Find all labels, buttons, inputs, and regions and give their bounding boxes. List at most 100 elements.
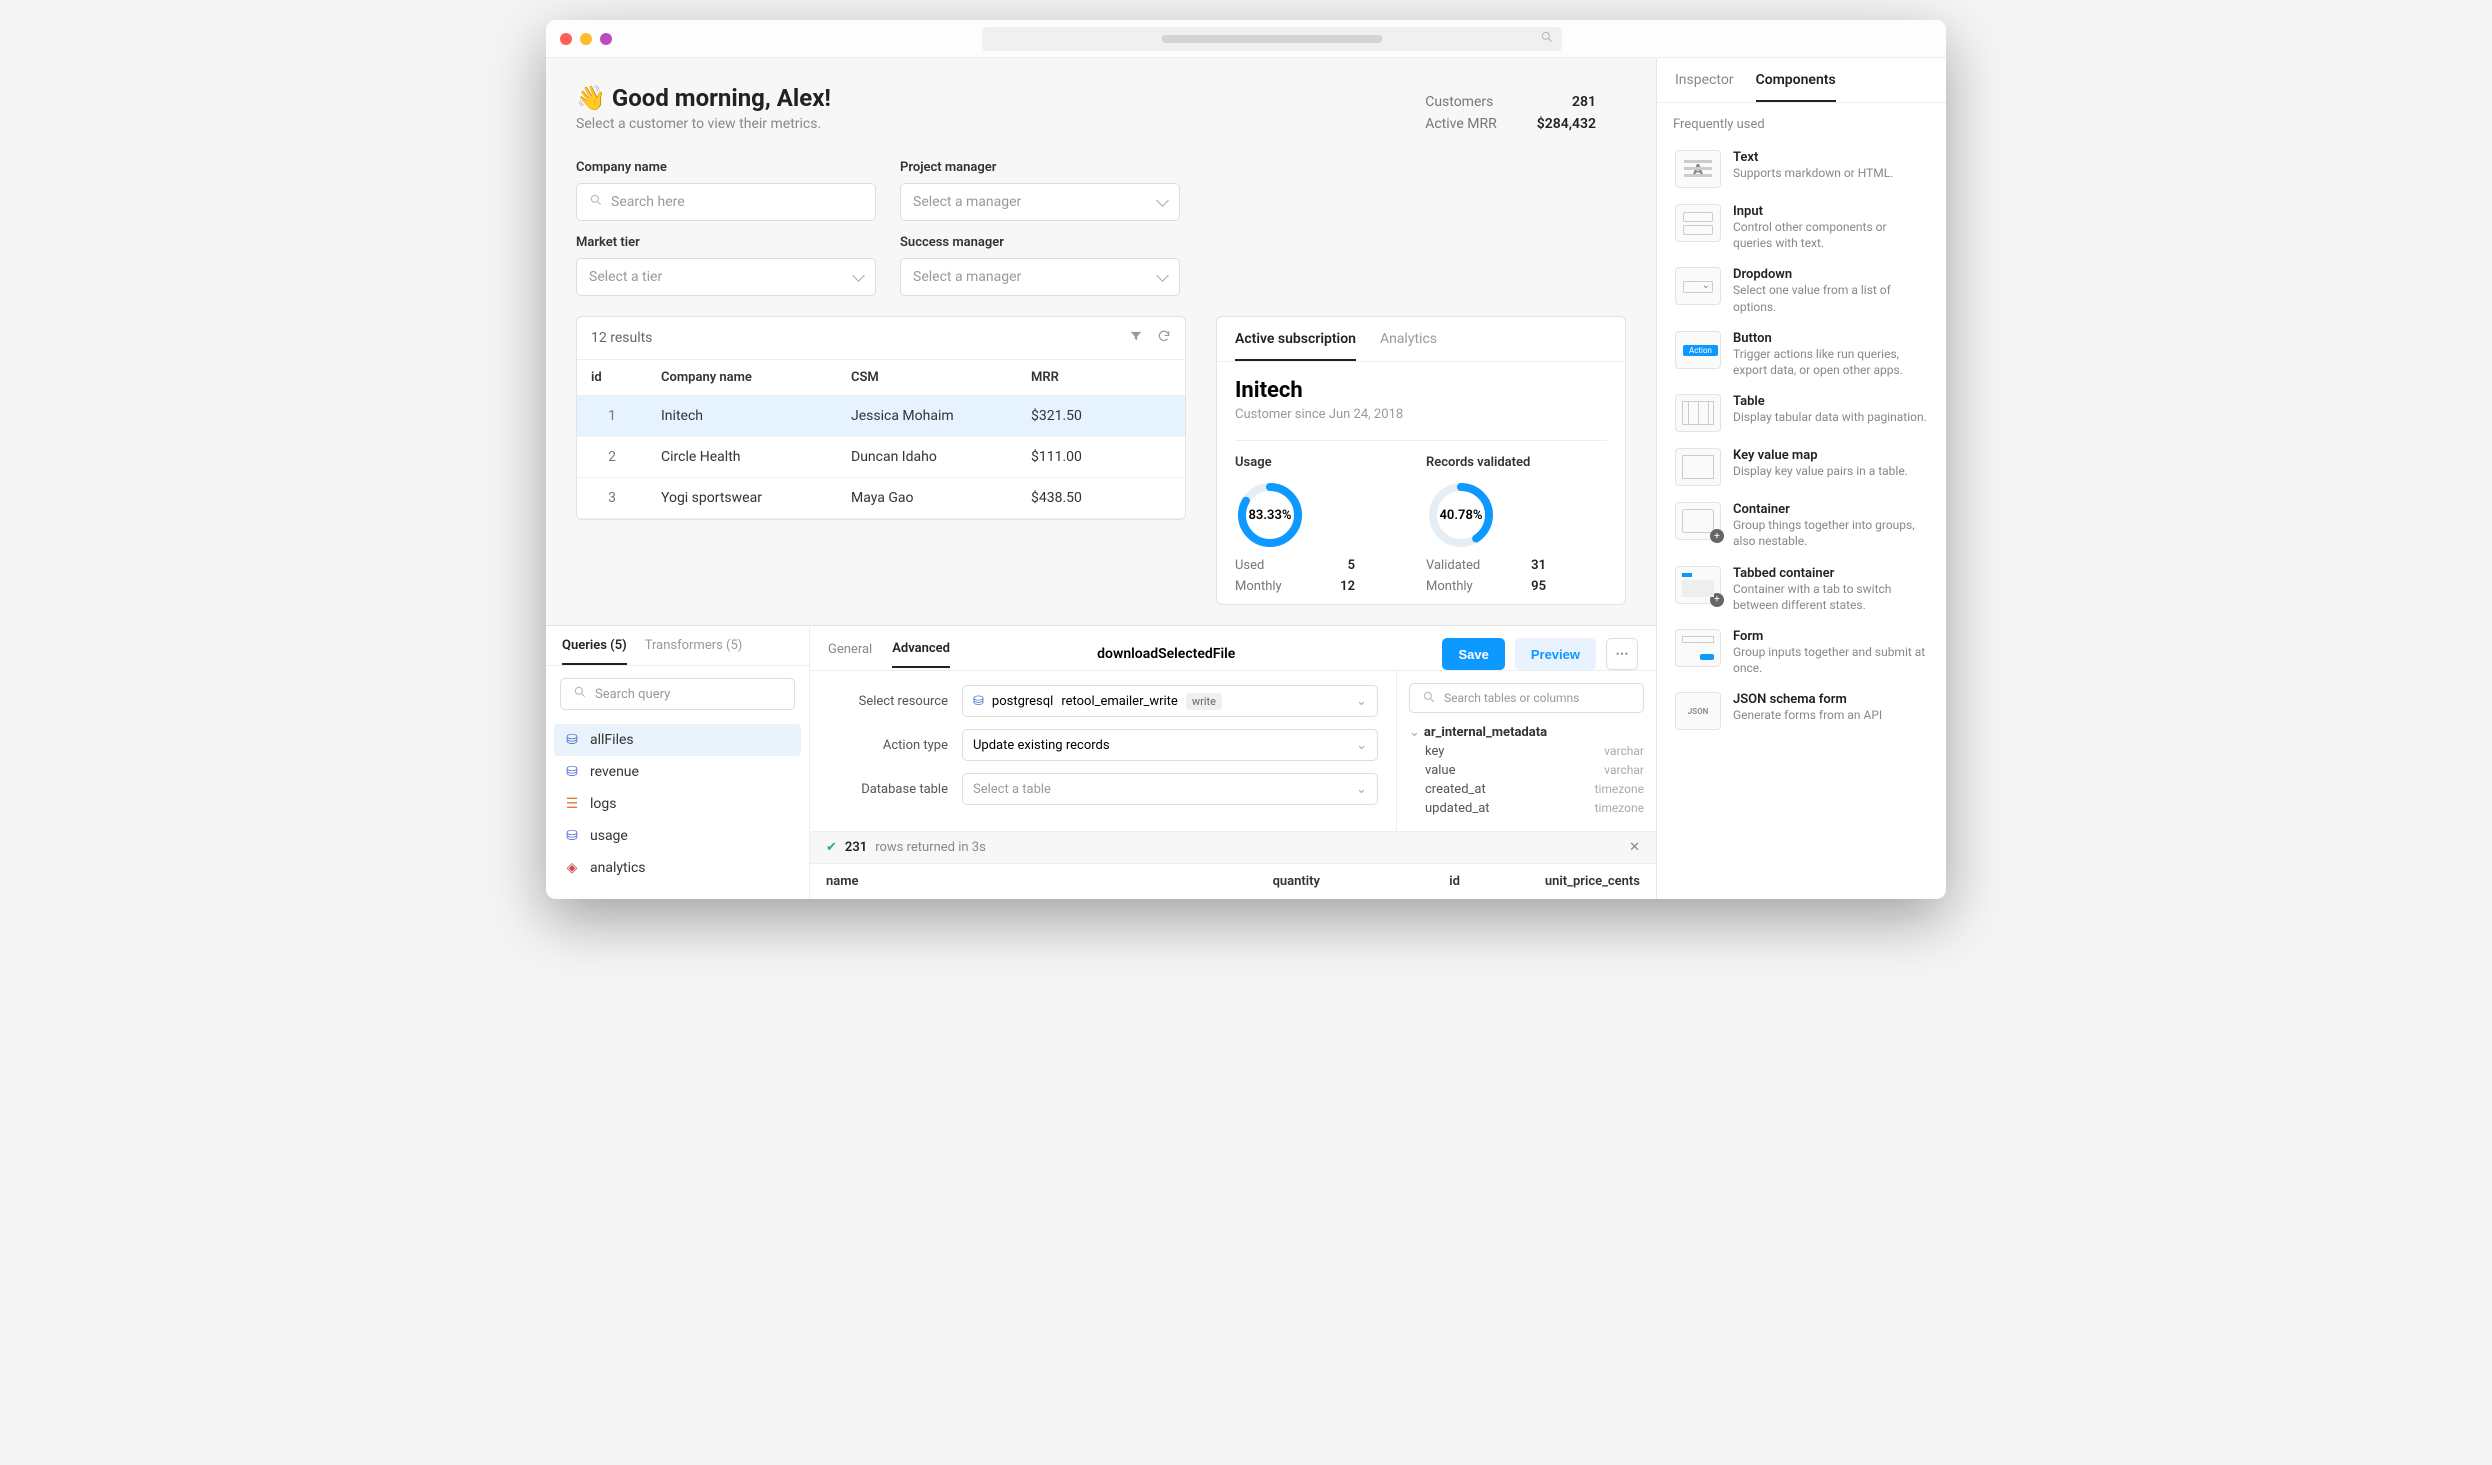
schema-column[interactable]: created_attimezone bbox=[1409, 780, 1644, 799]
usage-metric: Usage 83.33% Used5 Monthly12 bbox=[1235, 455, 1416, 594]
component-container[interactable]: + ContainerGroup things together into gr… bbox=[1673, 494, 1930, 557]
chevron-down-icon: ⌄ bbox=[1356, 694, 1367, 709]
usage-donut: 83.33% bbox=[1235, 480, 1305, 550]
schema-search-input[interactable]: Search tables or columns bbox=[1409, 683, 1644, 713]
dropdown-icon bbox=[1675, 267, 1721, 305]
database-icon: ⛁ bbox=[564, 828, 580, 844]
records-metric: Records validated 40.78% Validated31 Mon… bbox=[1426, 455, 1607, 594]
sm-select[interactable]: Select a manager bbox=[900, 258, 1180, 296]
component-table[interactable]: TableDisplay tabular data with paginatio… bbox=[1673, 386, 1930, 440]
resource-label: Select resource bbox=[828, 694, 948, 709]
component-json-schema-form[interactable]: JSON JSON schema formGenerate forms from… bbox=[1673, 684, 1930, 738]
global-search[interactable] bbox=[982, 27, 1562, 51]
action-type-select[interactable]: Update existing records ⌄ bbox=[962, 729, 1378, 761]
search-icon bbox=[589, 193, 603, 211]
input-icon bbox=[1675, 204, 1721, 242]
minimize-window-button[interactable] bbox=[580, 33, 592, 45]
search-icon bbox=[573, 685, 587, 703]
query-item-usage[interactable]: ⛁usage bbox=[554, 820, 801, 852]
resource-select[interactable]: ⛁ postgresql retool_emailer_write write … bbox=[962, 685, 1378, 717]
query-editor-panel: Queries (5) Transformers (5) Search quer… bbox=[546, 625, 1656, 899]
tab-active-subscription[interactable]: Active subscription bbox=[1235, 331, 1356, 361]
query-item-logs[interactable]: ☰logs bbox=[554, 788, 801, 820]
query-title: downloadSelectedFile bbox=[940, 646, 1392, 662]
chevron-down-icon: ⌄ bbox=[1356, 738, 1367, 753]
table-row[interactable]: 1 Initech Jessica Mohaim $321.50 bbox=[577, 396, 1185, 437]
close-status-button[interactable]: ✕ bbox=[1629, 840, 1640, 855]
records-donut: 40.78% bbox=[1426, 480, 1496, 550]
sm-label: Success manager bbox=[900, 235, 1180, 250]
container-icon: + bbox=[1675, 502, 1721, 540]
action-type-label: Action type bbox=[828, 738, 948, 753]
tier-select[interactable]: Select a tier bbox=[576, 258, 876, 296]
pm-label: Project manager bbox=[900, 160, 1180, 175]
tab-analytics[interactable]: Analytics bbox=[1380, 331, 1437, 361]
window-controls bbox=[560, 33, 612, 45]
schema-table-node[interactable]: ⌄ar_internal_metadata bbox=[1409, 723, 1644, 742]
more-options-button[interactable]: ⋯ bbox=[1606, 638, 1638, 670]
search-icon bbox=[1540, 29, 1554, 48]
tab-transformers[interactable]: Transformers (5) bbox=[645, 638, 743, 665]
component-text[interactable]: A TextSupports markdown or HTML. bbox=[1673, 142, 1930, 196]
search-placeholder-bar bbox=[1162, 35, 1382, 43]
component-input[interactable]: InputControl other components or queries… bbox=[1673, 196, 1930, 259]
query-item-revenue[interactable]: ⛁revenue bbox=[554, 756, 801, 788]
pm-select[interactable]: Select a manager bbox=[900, 183, 1180, 221]
schema-browser: Search tables or columns ⌄ar_internal_me… bbox=[1396, 671, 1656, 831]
component-dropdown[interactable]: DropdownSelect one value from a list of … bbox=[1673, 259, 1930, 322]
filter-icon[interactable] bbox=[1129, 329, 1143, 347]
customer-detail: Active subscription Analytics Initech Cu… bbox=[1216, 316, 1626, 605]
tab-components[interactable]: Components bbox=[1756, 72, 1836, 102]
text-icon: A bbox=[1675, 150, 1721, 188]
tab-inspector[interactable]: Inspector bbox=[1675, 72, 1734, 102]
database-icon: ⛁ bbox=[564, 764, 580, 780]
wave-emoji: 👋 bbox=[576, 84, 606, 112]
schema-column[interactable]: valuevarchar bbox=[1409, 761, 1644, 780]
plus-badge-icon: + bbox=[1710, 593, 1724, 607]
customers-value: 281 bbox=[1572, 94, 1596, 110]
tab-general[interactable]: General bbox=[828, 642, 872, 667]
component-kvmap[interactable]: Key value mapDisplay key value pairs in … bbox=[1673, 440, 1930, 494]
button-icon bbox=[1675, 331, 1721, 369]
db-table-select[interactable]: Select a table ⌄ bbox=[962, 773, 1378, 805]
tab-queries[interactable]: Queries (5) bbox=[562, 638, 627, 665]
customers-table: 12 results id Company name CSM MRR 1 bbox=[576, 316, 1186, 520]
table-row[interactable]: 3 Yogi sportswear Maya Gao $438.50 bbox=[577, 478, 1185, 519]
save-button[interactable]: Save bbox=[1442, 638, 1504, 670]
customer-name: Initech bbox=[1235, 378, 1607, 403]
maximize-window-button[interactable] bbox=[600, 33, 612, 45]
component-button[interactable]: ButtonTrigger actions like run queries, … bbox=[1673, 323, 1930, 386]
plus-badge-icon: + bbox=[1710, 529, 1724, 543]
query-list-panel: Queries (5) Transformers (5) Search quer… bbox=[546, 626, 810, 899]
app-window: 👋 Good morning, Alex! Select a customer … bbox=[546, 20, 1946, 899]
close-window-button[interactable] bbox=[560, 33, 572, 45]
customers-label: Customers bbox=[1425, 94, 1493, 110]
query-item-allfiles[interactable]: ⛁allFiles bbox=[554, 724, 801, 756]
db-table-label: Database table bbox=[828, 782, 948, 797]
section-frequently-used: Frequently used bbox=[1673, 117, 1930, 132]
json-icon: JSON bbox=[1675, 692, 1721, 730]
search-icon bbox=[1422, 690, 1436, 707]
mrr-label: Active MRR bbox=[1425, 116, 1497, 132]
component-form[interactable]: FormGroup inputs together and submit at … bbox=[1673, 621, 1930, 684]
preview-button[interactable]: Preview bbox=[1515, 638, 1596, 670]
schema-column[interactable]: updated_attimezone bbox=[1409, 799, 1644, 818]
form-icon bbox=[1675, 629, 1721, 667]
titlebar bbox=[546, 20, 1946, 58]
mrr-value: $284,432 bbox=[1537, 116, 1596, 132]
component-tabbed-container[interactable]: + Tabbed containerContainer with a tab t… bbox=[1673, 558, 1930, 621]
schema-column[interactable]: keyvarchar bbox=[1409, 742, 1644, 761]
greeting-title: Good morning, Alex! bbox=[612, 84, 831, 112]
company-name-label: Company name bbox=[576, 160, 876, 175]
query-search-input[interactable]: Search query bbox=[560, 678, 795, 710]
customer-since: Customer since Jun 24, 2018 bbox=[1235, 407, 1607, 422]
query-item-analytics[interactable]: ◈analytics bbox=[554, 852, 801, 884]
tier-label: Market tier bbox=[576, 235, 876, 250]
kvmap-icon bbox=[1675, 448, 1721, 486]
table-row[interactable]: 2 Circle Health Duncan Idaho $111.00 bbox=[577, 437, 1185, 478]
company-search-input[interactable]: Search here bbox=[576, 183, 876, 221]
cube-icon: ◈ bbox=[564, 860, 580, 876]
chevron-down-icon: ⌄ bbox=[1356, 782, 1367, 797]
chevron-down-icon: ⌄ bbox=[1409, 725, 1420, 740]
refresh-icon[interactable] bbox=[1157, 329, 1171, 347]
